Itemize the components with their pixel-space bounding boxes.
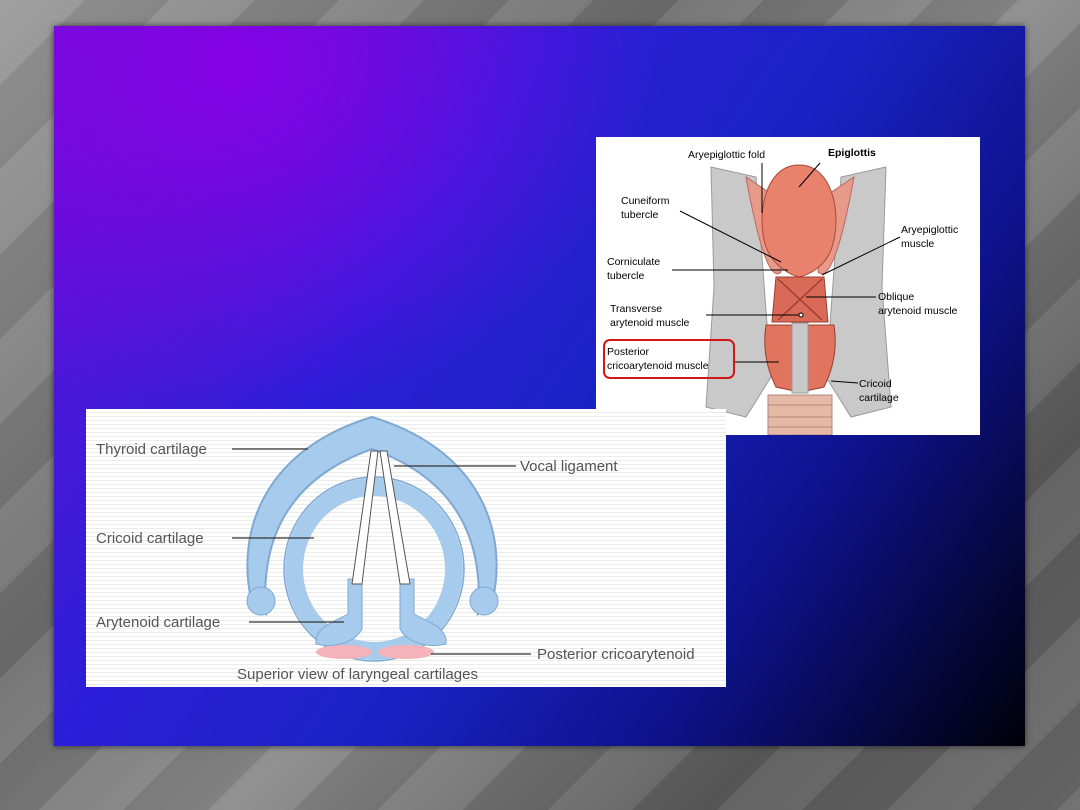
label-cuneiform-2: tubercle [621, 209, 659, 221]
superior-view-svg: Thyroid cartilage Vocal ligament Cricoid… [96, 415, 695, 683]
label-corniculate-1: Corniculate [607, 256, 660, 268]
label-corniculate-2: tubercle [607, 270, 645, 282]
label-posterior-1: Posterior [607, 346, 650, 358]
epiglottis-shape [761, 164, 837, 278]
label-transverse-1: Transverse [610, 303, 662, 315]
label-transverse-2: arytenoid muscle [610, 317, 690, 329]
label-cricoid-cartilage: Cricoid cartilage [96, 530, 204, 547]
posterior-larynx-svg: Aryepiglottic fold Epiglottis Cuneiform … [603, 147, 958, 436]
label-cricoid-1: Cricoid [859, 378, 892, 390]
pca-right [378, 645, 434, 659]
posterior-larynx-figure: Aryepiglottic fold Epiglottis Cuneiform … [596, 137, 980, 436]
leader-dot [798, 312, 804, 318]
pca-left [316, 645, 372, 659]
label-aryepiglottic-muscle-1: Aryepiglottic [901, 224, 958, 236]
label-posterior-2: cricoarytenoid muscle [607, 360, 709, 372]
label-vocal-ligament: Vocal ligament [520, 458, 618, 475]
label-aryepiglottic-muscle-2: muscle [901, 238, 934, 250]
label-oblique-1: Oblique [878, 291, 914, 303]
arytenoid-left [315, 578, 363, 646]
label-arytenoid-cartilage: Arytenoid cartilage [96, 614, 220, 631]
label-oblique-2: arytenoid muscle [878, 305, 958, 317]
cricoid-lamina [791, 322, 809, 394]
label-cricoid-2: cartilage [859, 392, 899, 404]
label-posterior-cricoarytenoid: Posterior cricoarytenoid [537, 646, 695, 663]
vocal-ligament-left [351, 450, 379, 585]
thyroid-horn-right [469, 586, 499, 616]
thyroid-horn-left [246, 586, 276, 616]
label-cuneiform-1: Cuneiform [621, 195, 670, 207]
label-thyroid-cartilage: Thyroid cartilage [96, 441, 207, 458]
label-epiglottis: Epiglottis [828, 147, 876, 159]
figure-caption: Superior view of laryngeal cartilages [237, 666, 478, 683]
label-aryepiglottic-fold: Aryepiglottic fold [688, 149, 765, 161]
vocal-ligament-right [379, 450, 411, 585]
superior-view-figure: Thyroid cartilage Vocal ligament Cricoid… [86, 409, 726, 687]
trachea [767, 394, 833, 436]
